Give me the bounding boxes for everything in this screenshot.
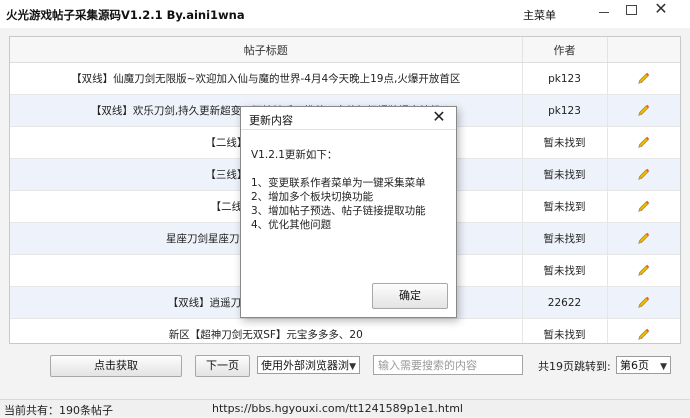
ok-button[interactable]: 确定 xyxy=(372,283,448,309)
pencil-icon[interactable] xyxy=(636,72,651,85)
update-item: 1、变更联系作者菜单为一键采集菜单 xyxy=(251,177,426,189)
total-pages-label: 共19页 xyxy=(538,360,574,373)
table-header: 帖子标题 作者 xyxy=(10,37,680,63)
post-author-cell[interactable]: pk123 xyxy=(522,62,608,95)
pencil-icon[interactable] xyxy=(636,264,651,277)
table-row[interactable]: 【双线】仙魔刀剑无限版~欢迎加入仙与魔的世界-4月4今天晚上19点,火爆开放首区… xyxy=(10,62,680,95)
update-item: 4、优化其他问题 xyxy=(251,219,332,231)
post-author-cell[interactable]: 22622 xyxy=(522,286,608,319)
page-select[interactable]: 第6页 ▼ xyxy=(616,356,671,374)
post-author-cell[interactable]: 暂未找到 xyxy=(522,222,608,255)
close-icon[interactable]: ✕ xyxy=(427,107,451,127)
next-page-button[interactable]: 下一页 xyxy=(195,355,250,377)
column-header-author: 作者 xyxy=(522,37,608,63)
edit-cell[interactable] xyxy=(607,190,680,223)
pencil-icon[interactable] xyxy=(636,328,651,341)
update-dialog: 更新内容 ✕ V1.2.1更新如下： 1、变更联系作者菜单为一键采集菜单 2、增… xyxy=(240,106,457,318)
jump-label: 跳转到: xyxy=(574,360,611,373)
table-row[interactable]: 新区【超神刀剑无双SF】元宝多多多、20 暂未找到 xyxy=(10,318,680,343)
post-author-cell[interactable]: 暂未找到 xyxy=(522,254,608,287)
pencil-icon[interactable] xyxy=(636,136,651,149)
browser-select[interactable]: 使用外部浏览器浏 ▼ xyxy=(257,356,360,374)
edit-cell[interactable] xyxy=(607,126,680,159)
page-select-value: 第6页 xyxy=(620,359,649,372)
chevron-down-icon: ▼ xyxy=(349,362,356,372)
search-input[interactable] xyxy=(373,355,523,375)
post-author-cell[interactable]: 暂未找到 xyxy=(522,318,608,343)
edit-cell[interactable] xyxy=(607,254,680,287)
update-item: 2、增加多个板块切换功能 xyxy=(251,191,374,203)
app-title: 火光游戏帖子采集源码V1.2.1 By.aini1wna xyxy=(6,8,245,22)
pencil-icon[interactable] xyxy=(636,200,651,213)
post-author-cell[interactable]: 暂未找到 xyxy=(522,126,608,159)
dialog-body: V1.2.1更新如下： 1、变更联系作者菜单为一键采集菜单 2、增加多个板块切换… xyxy=(251,147,451,232)
post-author-cell[interactable]: pk123 xyxy=(522,94,608,127)
edit-cell[interactable] xyxy=(607,318,680,343)
dialog-title: 更新内容 xyxy=(249,114,293,127)
edit-cell[interactable] xyxy=(607,158,680,191)
dialog-header: 更新内容 ✕ xyxy=(241,107,456,130)
browser-select-value: 使用外部浏览器浏 xyxy=(261,359,349,372)
title-bar: 火光游戏帖子采集源码V1.2.1 By.aini1wna 主菜单 ✕ xyxy=(0,0,690,28)
edit-cell[interactable] xyxy=(607,94,680,127)
column-header-edit xyxy=(607,37,680,63)
fetch-button[interactable]: 点击获取 xyxy=(50,355,182,377)
column-header-title: 帖子标题 xyxy=(10,37,523,63)
post-title-cell[interactable]: 【双线】仙魔刀剑无限版~欢迎加入仙与魔的世界-4月4今天晚上19点,火爆开放首区 xyxy=(10,62,523,95)
pencil-icon[interactable] xyxy=(636,232,651,245)
edit-cell[interactable] xyxy=(607,222,680,255)
minimize-icon[interactable] xyxy=(596,2,612,16)
maximize-icon[interactable] xyxy=(624,2,638,16)
edit-cell[interactable] xyxy=(607,286,680,319)
current-url: https://bbs.hgyouxi.com/tt1241589p1e1.ht… xyxy=(212,402,463,415)
edit-cell[interactable] xyxy=(607,62,680,95)
post-author-cell[interactable]: 暂未找到 xyxy=(522,158,608,191)
status-bar: 当前共有：190条帖子 https://bbs.hgyouxi.com/tt12… xyxy=(0,399,690,417)
pencil-icon[interactable] xyxy=(636,296,651,309)
pencil-icon[interactable] xyxy=(636,104,651,117)
post-title-cell[interactable]: 新区【超神刀剑无双SF】元宝多多多、20 xyxy=(10,318,523,343)
close-icon[interactable]: ✕ xyxy=(651,0,671,18)
chevron-down-icon: ▼ xyxy=(660,362,667,372)
pencil-icon[interactable] xyxy=(636,168,651,181)
dialog-heading: V1.2.1更新如下： xyxy=(251,149,338,161)
main-menu-button[interactable]: 主菜单 xyxy=(523,7,556,23)
update-item: 3、增加帖子预选、帖子链接提取功能 xyxy=(251,205,426,217)
post-author-cell[interactable]: 暂未找到 xyxy=(522,190,608,223)
